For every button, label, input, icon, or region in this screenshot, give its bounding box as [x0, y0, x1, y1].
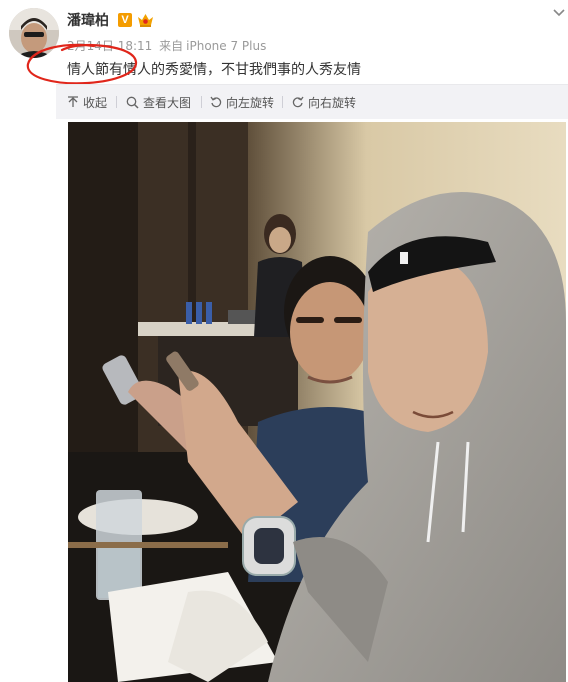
post-text: 情人節有情人的秀愛情，不甘我們事的人秀友情	[67, 62, 361, 78]
rotate-right-button[interactable]: 向右旋转	[292, 94, 356, 110]
rotate-right-icon	[292, 96, 304, 108]
view-large-button[interactable]: 查看大图	[126, 94, 191, 110]
toolbar-divider	[116, 96, 117, 108]
photo-image	[68, 122, 566, 682]
post-photo[interactable]	[68, 122, 566, 682]
toolbar-divider	[201, 96, 202, 108]
vip-crown-icon[interactable]	[137, 12, 154, 28]
magnifier-icon	[126, 96, 139, 109]
toolbar-divider	[282, 96, 283, 108]
view-large-label: 查看大图	[143, 95, 192, 110]
collapse-button[interactable]: 收起	[67, 94, 107, 110]
collapse-arrow-icon	[68, 96, 78, 107]
post-source-prefix: 来自	[159, 39, 184, 53]
rotate-left-label: 向左旋转	[226, 95, 275, 110]
author-avatar[interactable]	[9, 8, 59, 58]
author-name[interactable]: 潘瑋柏	[67, 12, 109, 30]
post-timestamp[interactable]: 2月14日 18:11	[67, 39, 152, 53]
weibo-post: 潘瑋柏 V 2月14日 18:11 来自 iPhone 7 Plus 情人節有情人…	[0, 0, 568, 682]
chevron-down-icon[interactable]	[552, 6, 566, 20]
rotate-left-button[interactable]: 向左旋转	[210, 94, 274, 110]
post-source-device[interactable]: iPhone 7 Plus	[186, 39, 266, 53]
collapse-label: 收起	[83, 95, 108, 110]
image-toolbar: 收起 查看大图 向左旋转 向右旋转	[56, 84, 568, 119]
avatar-image	[9, 8, 59, 58]
rotate-right-label: 向右旋转	[308, 95, 357, 110]
rotate-left-icon	[210, 96, 222, 108]
verified-badge-icon[interactable]: V	[118, 13, 132, 27]
post-meta: 2月14日 18:11 来自 iPhone 7 Plus	[67, 39, 269, 53]
